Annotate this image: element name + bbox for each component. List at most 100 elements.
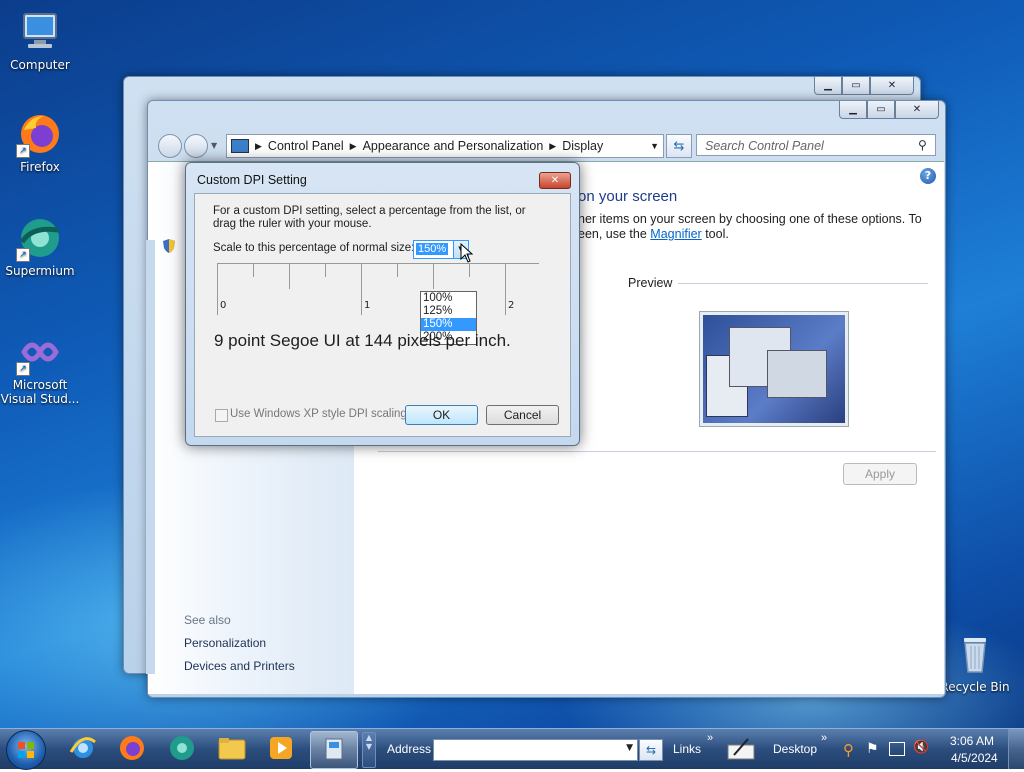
- instructions-line2: drag the ruler with your mouse.: [213, 218, 372, 230]
- desktop-icon-label: Firefox: [20, 160, 60, 174]
- volume-muted-icon[interactable]: 🔇: [913, 740, 929, 755]
- page-heading: on your screen: [578, 188, 678, 205]
- scale-option-150[interactable]: 150%: [421, 318, 476, 331]
- ruler-tick: [469, 263, 470, 277]
- shortcut-arrow-icon: ↗: [16, 248, 30, 262]
- desktop-icon-firefox[interactable]: ↗ Firefox: [0, 112, 80, 174]
- chevron-right-icon[interactable]: »: [821, 732, 827, 744]
- minimize-button[interactable]: ▁: [839, 101, 867, 119]
- taskbar-address-input[interactable]: ▼: [433, 739, 638, 761]
- see-also-heading: See also: [184, 613, 231, 627]
- maximize-button[interactable]: ▭: [842, 77, 870, 95]
- minimize-button[interactable]: ▁: [814, 77, 842, 95]
- breadcrumb-control-panel[interactable]: Control Panel: [268, 139, 344, 153]
- help-icon[interactable]: ?: [920, 168, 936, 184]
- preview-window: [767, 350, 827, 398]
- start-button[interactable]: [6, 730, 46, 770]
- close-button[interactable]: ✕: [895, 101, 939, 119]
- dialog-close-button[interactable]: ✕: [539, 172, 571, 189]
- firefox-icon: ↗: [16, 112, 62, 158]
- taskbar-supermium[interactable]: [165, 733, 199, 765]
- desktop-icon-supermium[interactable]: ↗ Supermium: [0, 216, 80, 278]
- description-text: een, use the: [578, 227, 647, 241]
- dpi-ruler[interactable]: 0 1 2: [217, 263, 539, 315]
- desktop-icon-recycle-bin[interactable]: Recycle Bin: [935, 632, 1015, 694]
- shield-icon: [162, 238, 176, 254]
- ruler-label-1: 1: [364, 300, 371, 311]
- scale-dropdown-value: 150%: [416, 243, 449, 255]
- breadcrumb-arrow-icon[interactable]: ▶: [350, 141, 357, 152]
- close-button[interactable]: ✕: [870, 77, 914, 95]
- ruler-tick: [217, 263, 218, 315]
- taskbar-explorer[interactable]: [215, 733, 249, 765]
- divider: [378, 451, 936, 452]
- custom-dpi-dialog[interactable]: Custom DPI Setting ✕ For a custom DPI se…: [185, 162, 580, 446]
- taskbar-firefox[interactable]: [115, 733, 149, 765]
- recent-pages-arrow-icon[interactable]: ▼: [211, 141, 217, 158]
- supermium-icon: ↗: [16, 216, 62, 262]
- show-desktop-button[interactable]: [1008, 729, 1024, 769]
- desktop-toolbar-label[interactable]: Desktop: [773, 742, 817, 756]
- breadcrumb-display[interactable]: Display: [562, 139, 603, 153]
- magnifier-tray-icon[interactable]: ⚲: [843, 741, 854, 759]
- taskbar-ie[interactable]: [66, 733, 100, 765]
- control-panel-icon: [321, 736, 347, 765]
- breadcrumb-arrow-icon[interactable]: ▶: [255, 141, 262, 152]
- search-icon[interactable]: ⚲: [918, 138, 927, 152]
- ruler-tick: [433, 263, 434, 289]
- chevron-down-icon[interactable]: ▼: [626, 743, 633, 753]
- ruler-tick: [325, 263, 326, 277]
- see-also-personalization[interactable]: Personalization: [184, 636, 266, 650]
- chevron-right-icon[interactable]: »: [707, 732, 713, 744]
- taskbar-pen-tool[interactable]: [724, 733, 758, 765]
- background-window-caption-buttons: ▁ ▭ ✕: [814, 77, 914, 95]
- shortcut-arrow-icon: ↗: [16, 362, 30, 376]
- ruler-tick: [397, 263, 398, 277]
- address-bar[interactable]: ▶ Control Panel ▶ Appearance and Persona…: [226, 134, 664, 158]
- xp-scaling-checkbox[interactable]: [215, 409, 228, 422]
- search-input[interactable]: Search Control Panel: [696, 134, 936, 156]
- preview-image: [699, 311, 849, 427]
- go-button[interactable]: ⇆: [639, 739, 663, 761]
- xp-scaling-label: Use Windows XP style DPI scaling: [230, 408, 407, 420]
- instructions-line1: For a custom DPI setting, select a perce…: [213, 205, 526, 217]
- back-button[interactable]: [158, 134, 182, 158]
- network-icon[interactable]: [889, 742, 905, 756]
- description-text: tool.: [705, 227, 729, 241]
- breadcrumb-appearance[interactable]: Appearance and Personalization: [363, 139, 544, 153]
- desktop-icon-label: Microsoft Visual Stud...: [0, 378, 80, 406]
- taskbar-control-panel[interactable]: [310, 731, 358, 769]
- page-description-line2: een, use the Magnifier tool.: [578, 227, 729, 241]
- address-toolbar-label: Address: [387, 742, 432, 756]
- address-dropdown-icon[interactable]: ▼: [650, 141, 659, 151]
- ruler-tick: [361, 263, 362, 315]
- see-also-devices-printers[interactable]: Devices and Printers: [184, 659, 295, 673]
- apply-button[interactable]: Apply: [843, 463, 917, 485]
- clock-time[interactable]: 3:06 AM: [950, 734, 994, 748]
- desktop-icon-computer[interactable]: Computer: [0, 10, 80, 72]
- preview-label: Preview: [628, 276, 673, 290]
- action-center-flag-icon[interactable]: ⚑: [866, 741, 879, 757]
- taskbar-media-player[interactable]: [264, 733, 298, 765]
- recycle-bin-icon: [953, 632, 997, 676]
- links-toolbar-label[interactable]: Links: [673, 742, 701, 756]
- desktop-icon-label: Computer: [10, 58, 70, 72]
- supermium-icon: [168, 734, 196, 765]
- breadcrumb-arrow-icon[interactable]: ▶: [549, 141, 556, 152]
- maximize-button[interactable]: ▭: [867, 101, 895, 119]
- dpi-sample-text: 9 point Segoe UI at 144 pixels per inch.: [214, 331, 511, 350]
- desktop-icon-visual-studio[interactable]: ↗ Microsoft Visual Stud...: [0, 330, 80, 406]
- desktop-icon-label: Recycle Bin: [940, 680, 1010, 694]
- clock-date[interactable]: 4/5/2024: [951, 751, 998, 765]
- page-description-line1: her items on your screen by choosing one…: [578, 212, 922, 226]
- forward-button[interactable]: [184, 134, 208, 158]
- desktop-icon-label: Supermium: [5, 264, 75, 278]
- mouse-cursor-icon: [460, 242, 474, 263]
- toolbar-grip[interactable]: ▲ ▼: [362, 732, 376, 768]
- refresh-button[interactable]: ⇆: [666, 134, 692, 158]
- ok-button[interactable]: OK: [405, 405, 478, 425]
- dialog-instructions: For a custom DPI setting, select a perce…: [213, 205, 526, 231]
- cancel-button[interactable]: Cancel: [486, 405, 559, 425]
- magnifier-link[interactable]: Magnifier: [650, 227, 701, 241]
- shortcut-arrow-icon: ↗: [16, 144, 30, 158]
